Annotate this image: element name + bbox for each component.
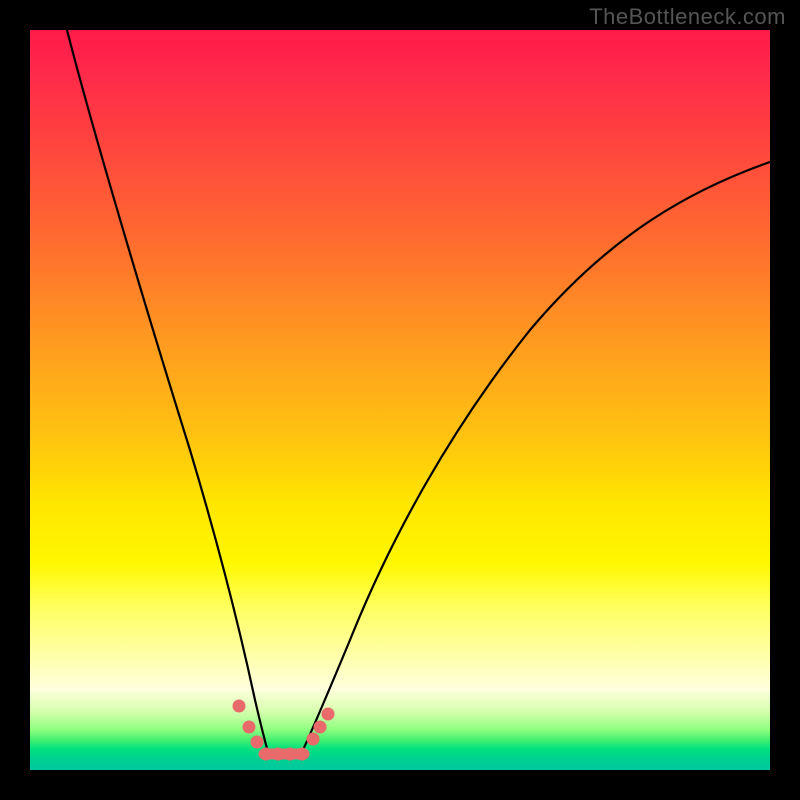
chart-frame: TheBottleneck.com (0, 0, 800, 800)
marker-dot (272, 748, 285, 761)
plot-area (30, 30, 770, 770)
marker-dot (322, 708, 335, 721)
marker-dot (307, 733, 320, 746)
marker-dot (251, 736, 264, 749)
right-curve (302, 162, 770, 752)
marker-dot (284, 748, 297, 761)
marker-dot (314, 721, 327, 734)
marker-dot (243, 721, 256, 734)
watermark-text: TheBottleneck.com (589, 4, 786, 30)
chart-svg (30, 30, 770, 770)
marker-dot (296, 748, 309, 761)
marker-dot (260, 748, 273, 761)
left-curve (67, 30, 268, 752)
marker-dot (233, 700, 246, 713)
